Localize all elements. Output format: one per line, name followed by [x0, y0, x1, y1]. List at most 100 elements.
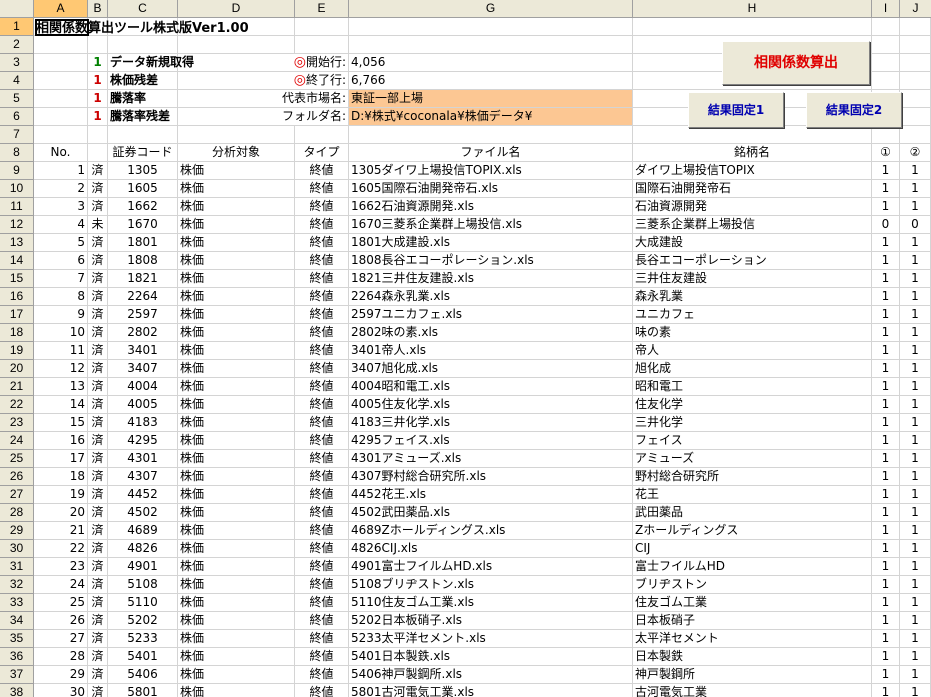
cell-g[interactable] [349, 18, 633, 36]
cell-b[interactable] [88, 126, 108, 144]
data-no[interactable]: 18 [34, 468, 88, 486]
param-label-cell[interactable]: 代表市場名: [230, 90, 349, 108]
data-code[interactable]: 5108 [108, 576, 178, 594]
data-target[interactable]: 株価 [178, 504, 295, 522]
data-status[interactable]: 済 [88, 666, 108, 684]
data-target[interactable]: 株価 [178, 522, 295, 540]
data-no[interactable]: 7 [34, 270, 88, 288]
data-name[interactable]: 太平洋セメント [633, 630, 872, 648]
row-header[interactable]: 9 [0, 162, 34, 180]
data-file[interactable]: 2802味の素.xls [349, 324, 633, 342]
row-header[interactable]: 35 [0, 630, 34, 648]
data-c2[interactable]: 1 [900, 198, 931, 216]
data-target[interactable]: 株価 [178, 630, 295, 648]
column-header-a[interactable]: A [34, 0, 88, 18]
row-header[interactable]: 24 [0, 432, 34, 450]
data-status[interactable]: 済 [88, 180, 108, 198]
data-c1[interactable]: 1 [872, 504, 900, 522]
data-type[interactable]: 終値 [295, 450, 349, 468]
cell-e[interactable] [295, 18, 349, 36]
data-file[interactable]: 4901富士フイルムHD.xls [349, 558, 633, 576]
data-type[interactable]: 終値 [295, 468, 349, 486]
data-status[interactable]: 済 [88, 270, 108, 288]
data-target[interactable]: 株価 [178, 648, 295, 666]
data-c1[interactable]: 1 [872, 180, 900, 198]
cell-i[interactable] [872, 36, 900, 54]
option-flag-cell[interactable]: 1 [88, 54, 108, 72]
data-target[interactable]: 株価 [178, 378, 295, 396]
data-status[interactable]: 済 [88, 648, 108, 666]
row-header[interactable]: 21 [0, 378, 34, 396]
data-status[interactable]: 済 [88, 450, 108, 468]
data-no[interactable]: 24 [34, 576, 88, 594]
row-header[interactable]: 29 [0, 522, 34, 540]
data-c2[interactable]: 1 [900, 252, 931, 270]
data-c1[interactable]: 1 [872, 378, 900, 396]
data-target[interactable]: 株価 [178, 450, 295, 468]
data-name[interactable]: ダイワ上場投信TOPIX [633, 162, 872, 180]
data-status[interactable]: 済 [88, 540, 108, 558]
data-no[interactable]: 19 [34, 486, 88, 504]
data-status[interactable]: 済 [88, 306, 108, 324]
row-header[interactable]: 10 [0, 180, 34, 198]
data-name[interactable]: 昭和電工 [633, 378, 872, 396]
data-no[interactable]: 27 [34, 630, 88, 648]
data-code[interactable]: 4004 [108, 378, 178, 396]
data-c2[interactable]: 1 [900, 378, 931, 396]
data-name[interactable]: 三井住友建設 [633, 270, 872, 288]
data-code[interactable]: 4826 [108, 540, 178, 558]
data-code[interactable]: 5233 [108, 630, 178, 648]
row-header[interactable]: 27 [0, 486, 34, 504]
data-name[interactable]: 富士フイルムHD [633, 558, 872, 576]
cell-j[interactable] [900, 108, 931, 126]
row-header[interactable]: 14 [0, 252, 34, 270]
data-code[interactable]: 3407 [108, 360, 178, 378]
data-status[interactable]: 済 [88, 432, 108, 450]
data-target[interactable]: 株価 [178, 270, 295, 288]
header-code[interactable]: 証券コード [108, 144, 178, 162]
data-c1[interactable]: 1 [872, 198, 900, 216]
cell-i[interactable] [872, 72, 900, 90]
data-target[interactable]: 株価 [178, 666, 295, 684]
row-header[interactable]: 11 [0, 198, 34, 216]
header-status[interactable] [88, 144, 108, 162]
row-header[interactable]: 1 [0, 18, 34, 36]
data-c2[interactable]: 1 [900, 666, 931, 684]
data-file[interactable]: 1662石油資源開発.xls [349, 198, 633, 216]
data-status[interactable]: 済 [88, 396, 108, 414]
row-header[interactable]: 5 [0, 90, 34, 108]
data-name[interactable]: 武田薬品 [633, 504, 872, 522]
row-header[interactable]: 12 [0, 216, 34, 234]
column-header-e[interactable]: E [295, 0, 349, 18]
data-c2[interactable]: 1 [900, 684, 931, 697]
data-c2[interactable]: 1 [900, 450, 931, 468]
data-name[interactable]: 住友化学 [633, 396, 872, 414]
cell-i[interactable] [872, 54, 900, 72]
data-target[interactable]: 株価 [178, 324, 295, 342]
data-c1[interactable]: 1 [872, 360, 900, 378]
data-name[interactable]: 日本板硝子 [633, 612, 872, 630]
data-target[interactable]: 株価 [178, 216, 295, 234]
data-code[interactable]: 4301 [108, 450, 178, 468]
cell-j[interactable] [900, 72, 931, 90]
row-header[interactable]: 6 [0, 108, 34, 126]
data-c1[interactable]: 1 [872, 324, 900, 342]
data-status[interactable]: 済 [88, 486, 108, 504]
data-no[interactable]: 15 [34, 414, 88, 432]
row-header[interactable]: 15 [0, 270, 34, 288]
data-name[interactable]: 三井化学 [633, 414, 872, 432]
header-type[interactable]: タイプ [295, 144, 349, 162]
data-code[interactable]: 2802 [108, 324, 178, 342]
data-name[interactable]: Zホールディングス [633, 522, 872, 540]
data-file[interactable]: 5401日本製鉄.xls [349, 648, 633, 666]
data-target[interactable]: 株価 [178, 612, 295, 630]
data-target[interactable]: 株価 [178, 540, 295, 558]
data-c1[interactable]: 1 [872, 540, 900, 558]
data-file[interactable]: 3401帝人.xls [349, 342, 633, 360]
data-c1[interactable]: 1 [872, 630, 900, 648]
data-name[interactable]: アミューズ [633, 450, 872, 468]
cell-j[interactable] [900, 90, 931, 108]
data-no[interactable]: 5 [34, 234, 88, 252]
cell-d[interactable] [178, 36, 295, 54]
data-c2[interactable]: 1 [900, 324, 931, 342]
